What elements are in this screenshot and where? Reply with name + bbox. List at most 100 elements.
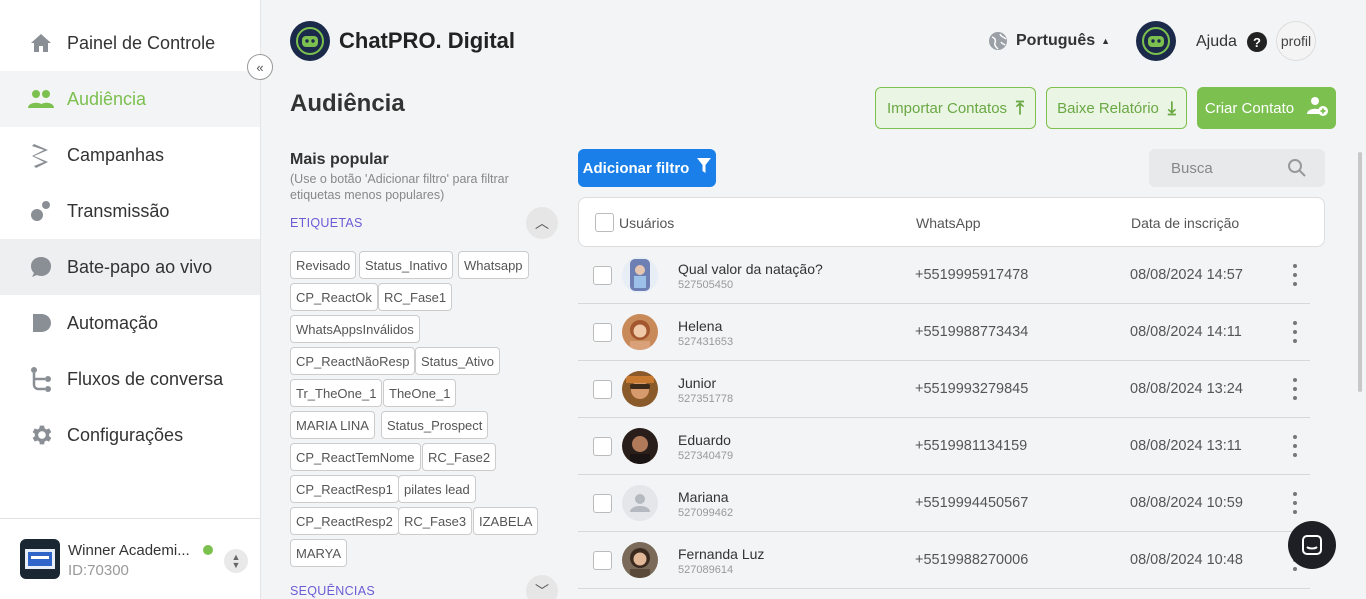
account-id: ID:70300 xyxy=(68,562,129,579)
tag-chip[interactable]: pilates lead xyxy=(398,475,476,503)
user-name[interactable]: Mariana xyxy=(678,489,729,505)
user-name[interactable]: Qual valor da natação? xyxy=(678,261,823,277)
column-header-users[interactable]: Usuários xyxy=(619,215,674,231)
table-row[interactable]: Helena 527431653 +5519988773434 08/08/20… xyxy=(578,304,1310,361)
column-header-signup-date[interactable]: Data de inscrição xyxy=(1131,215,1239,231)
language-label: Português xyxy=(1016,32,1096,49)
add-filter-button[interactable]: Adicionar filtro xyxy=(578,149,716,187)
account-name: Winner Academi... xyxy=(68,542,190,559)
download-report-label: Baixe Relatório xyxy=(1057,99,1159,117)
tag-chip[interactable]: MARIA LINA xyxy=(290,411,375,439)
page-title: Audiência xyxy=(290,90,405,117)
table-row[interactable]: Eduardo 527340479 +5519981134159 08/08/2… xyxy=(578,418,1310,475)
table-row[interactable]: Junior 527351778 +5519993279845 08/08/20… xyxy=(578,361,1310,418)
tag-chip[interactable]: Revisado xyxy=(290,251,357,279)
more-options-icon[interactable] xyxy=(1292,435,1298,457)
user-phone: +5519994450567 xyxy=(915,495,1029,511)
avatar xyxy=(622,371,658,407)
user-phone: +5519993279845 xyxy=(915,381,1029,397)
create-contact-label: Criar Contato xyxy=(1204,99,1295,117)
user-id: 527431653 xyxy=(678,336,734,348)
user-name[interactable]: Eduardo xyxy=(678,432,731,448)
select-all-checkbox[interactable] xyxy=(595,213,614,232)
tag-chip[interactable]: IZABELA xyxy=(473,507,539,535)
sidebar-item-campanhas[interactable]: Campanhas xyxy=(0,127,260,183)
sidebar-item-bate-papo[interactable]: Bate-papo ao vivo xyxy=(0,239,260,295)
user-name[interactable]: Junior xyxy=(678,375,716,391)
collapse-sidebar-button[interactable]: « xyxy=(247,54,273,80)
help-label: Ajuda xyxy=(1196,33,1237,50)
row-checkbox[interactable] xyxy=(593,380,612,399)
tag-chip[interactable]: CP_ReactOk xyxy=(290,283,378,311)
tag-chip[interactable]: WhatsAppsInválidos xyxy=(290,315,420,343)
row-checkbox[interactable] xyxy=(593,551,612,570)
tag-chip[interactable]: RC_Fase3 xyxy=(398,507,473,535)
chat-bubble-icon xyxy=(28,254,54,280)
tag-chip[interactable]: Status_Inativo xyxy=(359,251,454,279)
tag-chip[interactable]: CP_ReactResp2 xyxy=(290,507,399,535)
language-selector[interactable]: Português ▲ xyxy=(988,31,1110,51)
download-icon: ⤓ xyxy=(1167,97,1176,118)
search-input[interactable]: Busca xyxy=(1149,149,1325,187)
search-placeholder: Busca xyxy=(1171,159,1213,177)
user-id: 527351778 xyxy=(678,393,734,405)
import-contacts-label: Importar Contatos xyxy=(886,99,1008,117)
user-name[interactable]: Helena xyxy=(678,318,722,334)
tag-chip[interactable]: CP_ReactResp1 xyxy=(290,475,399,503)
page-scrollbar[interactable] xyxy=(1358,152,1362,392)
table-row[interactable]: Qual valor da natação? 527505450 +551999… xyxy=(578,247,1310,304)
row-checkbox[interactable] xyxy=(593,323,612,342)
signup-date: 08/08/2024 14:11 xyxy=(1130,324,1242,340)
chevron-down-icon[interactable]: ﹀ xyxy=(526,575,558,599)
row-checkbox[interactable] xyxy=(593,494,612,513)
column-header-whatsapp[interactable]: WhatsApp xyxy=(916,215,981,231)
profile-avatar[interactable]: profil xyxy=(1276,21,1316,61)
sidebar-item-configuracoes[interactable]: Configurações xyxy=(0,407,260,463)
chat-icon xyxy=(1302,535,1322,555)
more-options-icon[interactable] xyxy=(1292,264,1298,286)
user-name[interactable]: Fernanda Luz xyxy=(678,546,764,562)
tag-chip[interactable]: MARYA xyxy=(290,539,348,567)
user-phone: +5519995917478 xyxy=(915,267,1029,283)
download-report-button[interactable]: Baixe Relatório ⤓ xyxy=(1046,87,1187,129)
tag-chip[interactable]: RC_Fase2 xyxy=(422,443,497,471)
avatar xyxy=(622,428,658,464)
tag-chip[interactable]: CP_ReactTemNome xyxy=(290,443,421,471)
tag-chip[interactable]: Status_Ativo xyxy=(415,347,500,375)
tag-chip[interactable]: RC_Fase1 xyxy=(378,283,453,311)
tag-chip[interactable]: Status_Prospect xyxy=(381,411,489,439)
account-switcher[interactable]: Winner Academi... ID:70300 ▲ ▼ xyxy=(0,518,260,599)
globe-icon xyxy=(989,32,1007,50)
brand-logo xyxy=(290,21,330,61)
tag-chip[interactable]: Tr_TheOne_1 xyxy=(290,379,383,407)
support-chat-button[interactable] xyxy=(1288,521,1336,569)
sidebar-item-label: Transmissão xyxy=(67,200,170,221)
users-icon xyxy=(28,86,54,112)
more-options-icon[interactable] xyxy=(1292,378,1298,400)
import-contacts-button[interactable]: Importar Contatos ⤒ xyxy=(875,87,1036,129)
swap-icon[interactable]: ▲ ▼ xyxy=(224,549,248,573)
sidebar-item-label: Automação xyxy=(67,312,159,333)
create-contact-button[interactable]: Criar Contato xyxy=(1197,87,1336,129)
user-phone: +5519981134159 xyxy=(915,438,1028,454)
help-link[interactable]: Ajuda ? xyxy=(1196,32,1267,52)
tag-chip[interactable]: Whatsapp xyxy=(458,251,529,279)
sidebar-item-audiencia[interactable]: Audiência xyxy=(0,71,260,127)
more-options-icon[interactable] xyxy=(1292,321,1298,343)
chevron-up-icon[interactable]: ︿ xyxy=(526,207,558,239)
row-checkbox[interactable] xyxy=(593,437,612,456)
more-options-icon[interactable] xyxy=(1292,492,1298,514)
signup-date: 08/08/2024 10:48 xyxy=(1130,552,1243,568)
sidebar-item-transmissao[interactable]: Transmissão xyxy=(0,183,260,239)
tag-chip[interactable]: TheOne_1 xyxy=(383,379,457,407)
table-row[interactable]: Fernanda Luz 527089614 +5519988270006 08… xyxy=(578,532,1310,589)
table-header: Usuários WhatsApp Data de inscrição xyxy=(578,197,1325,247)
bot-avatar[interactable] xyxy=(1136,21,1176,61)
filter-panel-title: Mais popular xyxy=(290,151,389,168)
row-checkbox[interactable] xyxy=(593,266,612,285)
tag-chip[interactable]: CP_ReactNãoResp xyxy=(290,347,416,375)
sidebar-item-fluxos[interactable]: Fluxos de conversa xyxy=(0,351,260,407)
table-row[interactable]: Mariana 527099462 +5519994450567 08/08/2… xyxy=(578,475,1310,532)
sidebar-item-automacao[interactable]: Automação xyxy=(0,295,260,351)
sidebar-item-painel[interactable]: Painel de Controle xyxy=(0,15,260,71)
